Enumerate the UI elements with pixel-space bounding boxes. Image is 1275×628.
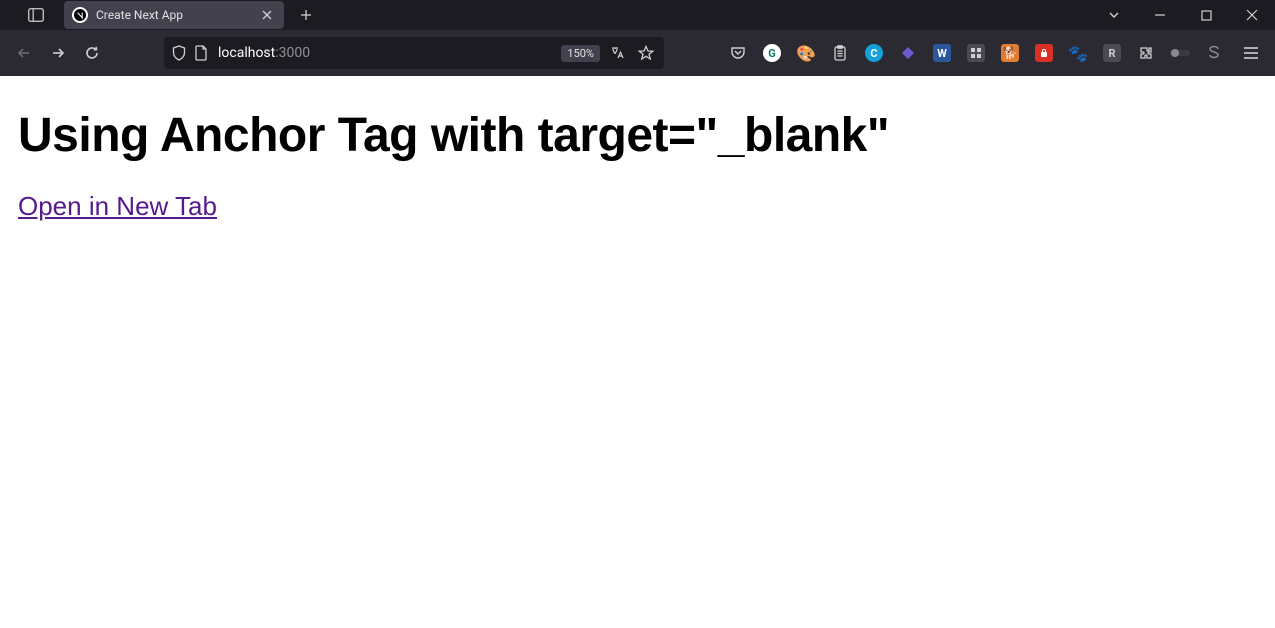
extensions-button[interactable] [1131, 38, 1161, 68]
url-port: :3000 [275, 45, 310, 61]
zoom-level-badge[interactable]: 150% [561, 45, 600, 62]
extension-button[interactable] [893, 38, 923, 68]
pocket-button[interactable] [723, 38, 753, 68]
open-new-tab-link[interactable]: Open in New Tab [18, 191, 217, 221]
app-menu-button[interactable] [1235, 37, 1267, 69]
clipboard-icon [833, 45, 847, 61]
page-info-icon [194, 45, 208, 61]
extension-button[interactable] [825, 38, 855, 68]
star-icon [638, 45, 654, 61]
extension-button[interactable]: W [927, 38, 957, 68]
toggle-icon [1170, 48, 1190, 58]
circle-c-icon: C [865, 44, 883, 62]
letter-r-icon: R [1103, 44, 1121, 62]
url-bar[interactable]: localhost:3000 150% [164, 37, 664, 69]
reload-button[interactable] [76, 37, 108, 69]
list-all-tabs-button[interactable] [1091, 0, 1137, 30]
diamond-icon [900, 45, 916, 61]
close-icon [262, 10, 272, 20]
tab-favicon [72, 7, 88, 23]
word-icon: W [933, 44, 951, 62]
extension-button[interactable]: R [1097, 38, 1127, 68]
lock-icon [1035, 44, 1053, 62]
sidebar-toggle-button[interactable] [18, 0, 54, 30]
tab-strip: Create Next App [0, 0, 1091, 30]
extension-button[interactable]: 🐕 [995, 38, 1025, 68]
arrow-right-icon [50, 45, 66, 61]
translate-button[interactable] [604, 39, 632, 67]
extension-button[interactable]: 🎨 [791, 38, 821, 68]
reload-icon [84, 45, 100, 61]
chevron-down-icon [1108, 9, 1120, 21]
browser-tab-active[interactable]: Create Next App [64, 1, 284, 29]
translate-icon [610, 45, 626, 61]
minimize-icon [1154, 9, 1166, 21]
title-bar: Create Next App [0, 0, 1275, 30]
grammarly-icon: G [763, 44, 781, 62]
grid-icon [967, 44, 985, 62]
extension-button[interactable]: C [859, 38, 889, 68]
puzzle-icon [1138, 45, 1154, 61]
url-host: localhost [218, 45, 275, 61]
page-content: Using Anchor Tag with target="_blank" Op… [0, 76, 1275, 628]
extension-button[interactable]: 🐾 [1063, 38, 1093, 68]
extension-button[interactable]: G [757, 38, 787, 68]
maximize-icon [1201, 10, 1212, 21]
window-maximize-button[interactable] [1183, 0, 1229, 30]
window-controls [1091, 0, 1275, 30]
pixel-dog-icon: 🐕 [1001, 44, 1019, 62]
pocket-icon [730, 45, 746, 61]
palette-icon: 🎨 [796, 44, 816, 63]
extension-button[interactable] [1029, 38, 1059, 68]
toolbar-extensions: G 🎨 C W 🐕 [723, 38, 1229, 68]
site-identity[interactable] [172, 45, 208, 61]
navigation-toolbar: localhost:3000 150% G 🎨 [0, 30, 1275, 76]
s-icon [1207, 45, 1221, 61]
forward-button[interactable] [42, 37, 74, 69]
close-icon [1246, 9, 1258, 21]
url-text[interactable]: localhost:3000 [218, 45, 561, 61]
nextjs-icon [74, 9, 86, 21]
page-heading: Using Anchor Tag with target="_blank" [18, 108, 1257, 163]
plus-icon [300, 9, 312, 21]
tab-title: Create Next App [96, 8, 258, 22]
extension-button[interactable] [1165, 38, 1195, 68]
window-close-button[interactable] [1229, 0, 1275, 30]
sidebar-icon [28, 8, 44, 22]
back-button[interactable] [8, 37, 40, 69]
extension-button[interactable] [961, 38, 991, 68]
new-tab-button[interactable] [292, 1, 320, 29]
shield-icon [172, 45, 186, 61]
paw-icon: 🐾 [1068, 44, 1088, 63]
arrow-left-icon [16, 45, 32, 61]
extension-button[interactable] [1199, 38, 1229, 68]
window-minimize-button[interactable] [1137, 0, 1183, 30]
bookmark-button[interactable] [632, 39, 660, 67]
hamburger-icon [1243, 46, 1259, 60]
tab-close-button[interactable] [258, 6, 276, 24]
